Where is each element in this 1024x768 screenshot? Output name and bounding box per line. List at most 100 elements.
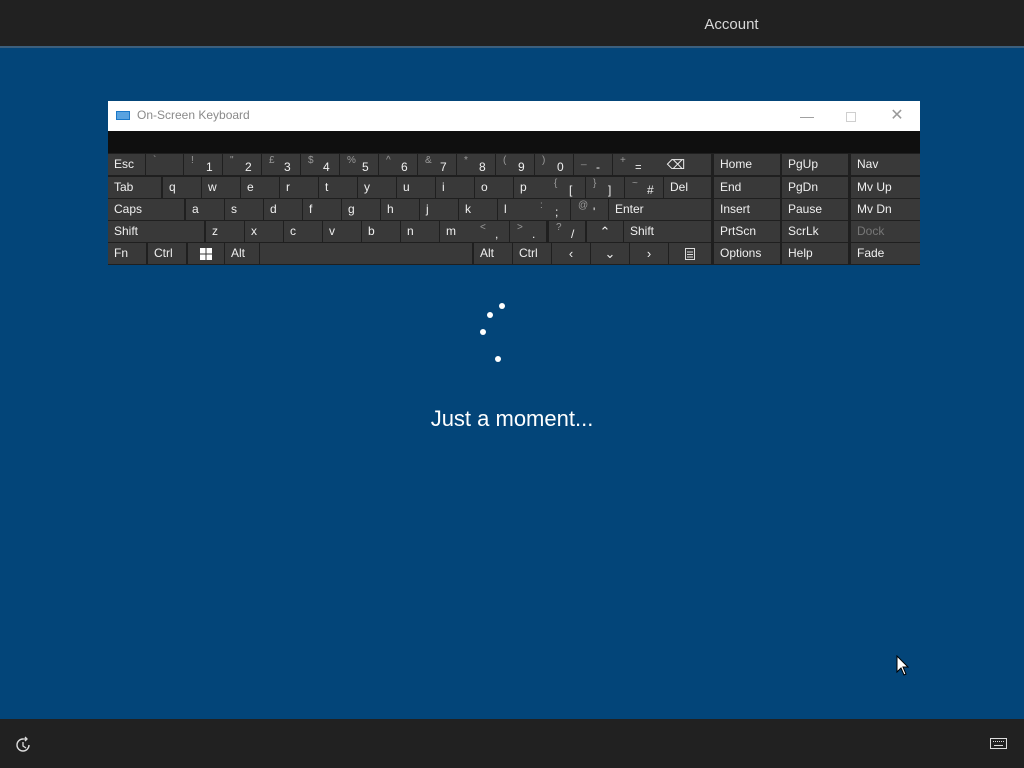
key-backtick[interactable]: `	[146, 154, 183, 175]
key-shift-label: ~	[632, 178, 638, 189]
key-j[interactable]: j	[420, 199, 458, 220]
key-dock[interactable]: Dock	[851, 221, 920, 242]
key-tab[interactable]: Tab	[108, 177, 161, 198]
key-quote[interactable]: @ '	[571, 199, 608, 220]
key-rbracket[interactable]: }]	[586, 177, 624, 198]
windows-logo-icon	[188, 243, 224, 264]
key-nav[interactable]: Nav	[851, 154, 920, 175]
key-f[interactable]: f	[303, 199, 341, 220]
key-l[interactable]: l	[498, 199, 536, 220]
key-mv-up[interactable]: Mv Up	[851, 177, 920, 198]
key-5[interactable]: % 5	[340, 154, 378, 175]
key-label: x	[251, 224, 257, 238]
key-label: w	[208, 180, 217, 194]
key-period[interactable]: >.	[510, 221, 546, 242]
key-r[interactable]: r	[280, 177, 318, 198]
key-8[interactable]: * 8	[457, 154, 495, 175]
key-caps[interactable]: Caps	[108, 199, 184, 220]
key-7[interactable]: & 7	[418, 154, 456, 175]
key-label: r	[286, 180, 290, 194]
minimize-button[interactable]: —	[784, 101, 830, 131]
key-left[interactable]: ‹	[552, 243, 590, 264]
key-2[interactable]: " 2	[223, 154, 261, 175]
key-slash[interactable]: ? /	[549, 221, 585, 242]
key-9[interactable]: (9	[496, 154, 534, 175]
key-esc[interactable]: Esc	[108, 154, 145, 175]
key-n[interactable]: n	[401, 221, 439, 242]
key-enter[interactable]: Enter	[609, 199, 711, 220]
key-up[interactable]: ⌃	[587, 221, 623, 242]
key-pause[interactable]: Pause	[782, 199, 848, 220]
status-message: Just a moment...	[430, 406, 594, 431]
key-0[interactable]: ) 0	[535, 154, 573, 175]
key-minus[interactable]: _ -	[574, 154, 612, 175]
key-down[interactable]: ⌄	[591, 243, 629, 264]
key-4[interactable]: $4	[301, 154, 339, 175]
key-o[interactable]: o	[475, 177, 513, 198]
key-g[interactable]: g	[342, 199, 380, 220]
key-c[interactable]: c	[284, 221, 322, 242]
key-fade[interactable]: Fade	[851, 243, 920, 264]
osk-titlebar[interactable]: On-Screen Keyboard — ✕	[108, 101, 920, 131]
key-right[interactable]: ›	[630, 243, 668, 264]
key-fn[interactable]: Fn	[108, 243, 146, 264]
key-mv-dn[interactable]: Mv Dn	[851, 199, 920, 220]
key-rctrl[interactable]: Ctrl	[513, 243, 551, 264]
key-lalt[interactable]: Alt	[225, 243, 259, 264]
key-del[interactable]: Del	[664, 177, 711, 198]
key-lshift[interactable]: Shift	[108, 221, 204, 242]
key-t[interactable]: t	[319, 177, 357, 198]
key-lctrl[interactable]: Ctrl	[148, 243, 186, 264]
key-shift-label: }	[593, 178, 597, 189]
top-bar-divider	[0, 46, 1024, 48]
key-3[interactable]: £3	[262, 154, 300, 175]
key-pgup[interactable]: PgUp	[782, 154, 848, 175]
key-options[interactable]: Options	[714, 243, 780, 264]
key-1[interactable]: ! 1	[184, 154, 222, 175]
key-label: 0	[557, 160, 564, 174]
key-lbracket[interactable]: {[	[547, 177, 585, 198]
key-y[interactable]: y	[358, 177, 396, 198]
key-menu[interactable]	[669, 243, 711, 264]
close-button[interactable]: ✕	[874, 101, 920, 131]
key-scrlk[interactable]: ScrLk	[782, 221, 848, 242]
key-a[interactable]: a	[186, 199, 224, 220]
tab-account[interactable]: Account	[634, 0, 829, 48]
key-v[interactable]: v	[323, 221, 361, 242]
key-b[interactable]: b	[362, 221, 400, 242]
spinner-dot	[499, 303, 505, 309]
key-s[interactable]: s	[225, 199, 263, 220]
keyboard-icon[interactable]	[990, 738, 1007, 749]
key-pgdn[interactable]: PgDn	[782, 177, 848, 198]
key-e[interactable]: e	[241, 177, 279, 198]
key-ralt[interactable]: Alt	[474, 243, 512, 264]
key-shift-label: "	[230, 155, 234, 166]
key-semicolon[interactable]: :;	[533, 199, 570, 220]
key-label: Alt	[480, 246, 495, 260]
maximize-button[interactable]	[828, 101, 874, 131]
key-insert[interactable]: Insert	[714, 199, 780, 220]
key-u[interactable]: u	[397, 177, 435, 198]
key-prtscn[interactable]: PrtScn	[714, 221, 780, 242]
key-label: n	[407, 224, 414, 238]
key-help[interactable]: Help	[782, 243, 848, 264]
key-q[interactable]: q	[163, 177, 201, 198]
key-label: Nav	[857, 157, 879, 171]
key-end[interactable]: End	[714, 177, 780, 198]
key-backspace[interactable]: ⌫	[641, 154, 711, 175]
key-k[interactable]: k	[459, 199, 497, 220]
key-6[interactable]: ^ 6	[379, 154, 417, 175]
key-x[interactable]: x	[245, 221, 283, 242]
key-z[interactable]: z	[206, 221, 244, 242]
key-home[interactable]: Home	[714, 154, 780, 175]
key-rshift[interactable]: Shift	[624, 221, 711, 242]
key-h[interactable]: h	[381, 199, 419, 220]
key-w[interactable]: w	[202, 177, 240, 198]
key-d[interactable]: d	[264, 199, 302, 220]
ease-of-access-icon[interactable]	[14, 736, 32, 754]
key-space[interactable]	[260, 243, 472, 264]
key-win[interactable]	[188, 243, 224, 264]
key-i[interactable]: i	[436, 177, 474, 198]
key-hash[interactable]: ~ #	[625, 177, 663, 198]
key-comma[interactable]: <,	[473, 221, 509, 242]
